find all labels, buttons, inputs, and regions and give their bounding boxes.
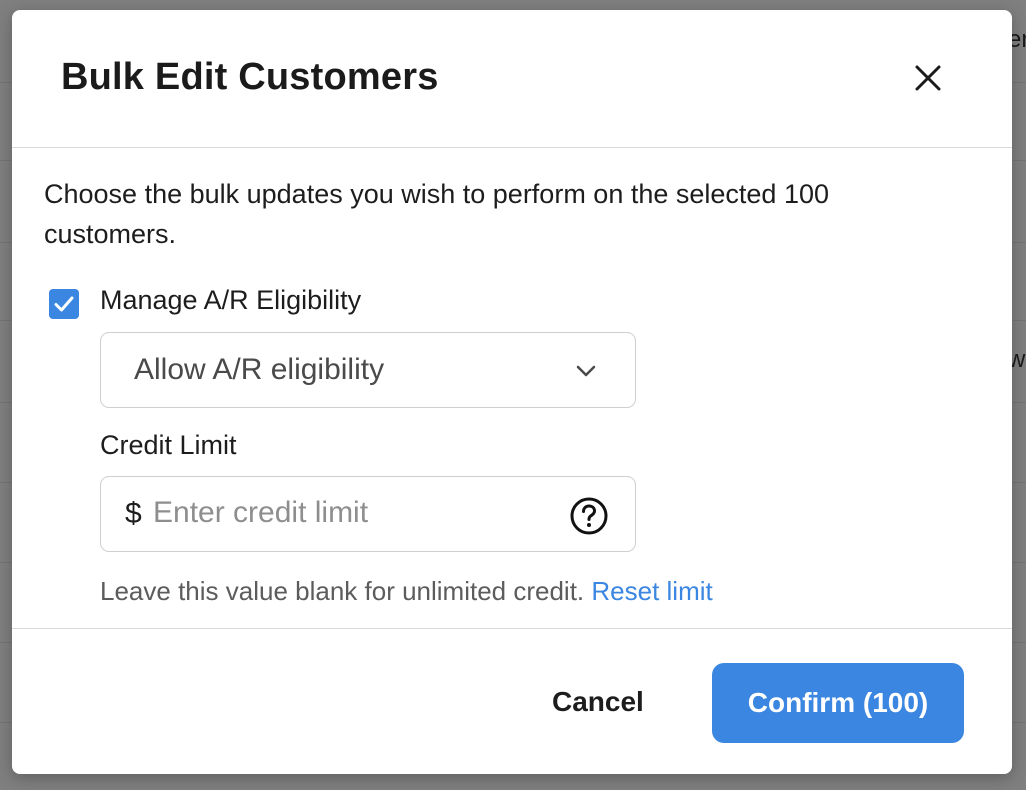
- close-button[interactable]: [910, 60, 946, 96]
- manage-ar-eligibility-checkbox[interactable]: [49, 289, 79, 319]
- bulk-edit-dialog: Bulk Edit Customers Choose the bulk upda…: [12, 10, 1012, 774]
- credit-limit-hint: Leave this value blank for unlimited cre…: [100, 576, 585, 606]
- dialog-title: Bulk Edit Customers: [61, 56, 439, 98]
- reset-limit-link[interactable]: Reset limit: [591, 576, 712, 606]
- credit-limit-label: Credit Limit: [100, 430, 237, 460]
- dialog-footer: Cancel Confirm (100): [12, 628, 1012, 774]
- dialog-header: Bulk Edit Customers: [12, 10, 1012, 148]
- credit-limit-input[interactable]: [153, 493, 553, 533]
- credit-limit-field: $: [100, 476, 636, 552]
- credit-limit-hint-row: Leave this value blank for unlimited cre…: [100, 576, 713, 607]
- close-icon: [915, 65, 941, 91]
- chevron-down-icon: [576, 365, 596, 377]
- manage-ar-eligibility-label[interactable]: Manage A/R Eligibility: [100, 285, 361, 316]
- dialog-description: Choose the bulk updates you wish to perf…: [44, 179, 829, 249]
- question-circle-icon[interactable]: [569, 496, 609, 536]
- cancel-button[interactable]: Cancel: [532, 669, 664, 735]
- currency-symbol: $: [125, 497, 142, 530]
- ar-eligibility-select-value: Allow A/R eligibility: [134, 353, 385, 386]
- checkmark-icon: [54, 296, 74, 312]
- confirm-button[interactable]: Confirm (100): [712, 663, 964, 743]
- dialog-body: Choose the bulk updates you wish to perf…: [12, 148, 1012, 628]
- ar-eligibility-select[interactable]: Allow A/R eligibility: [100, 332, 636, 408]
